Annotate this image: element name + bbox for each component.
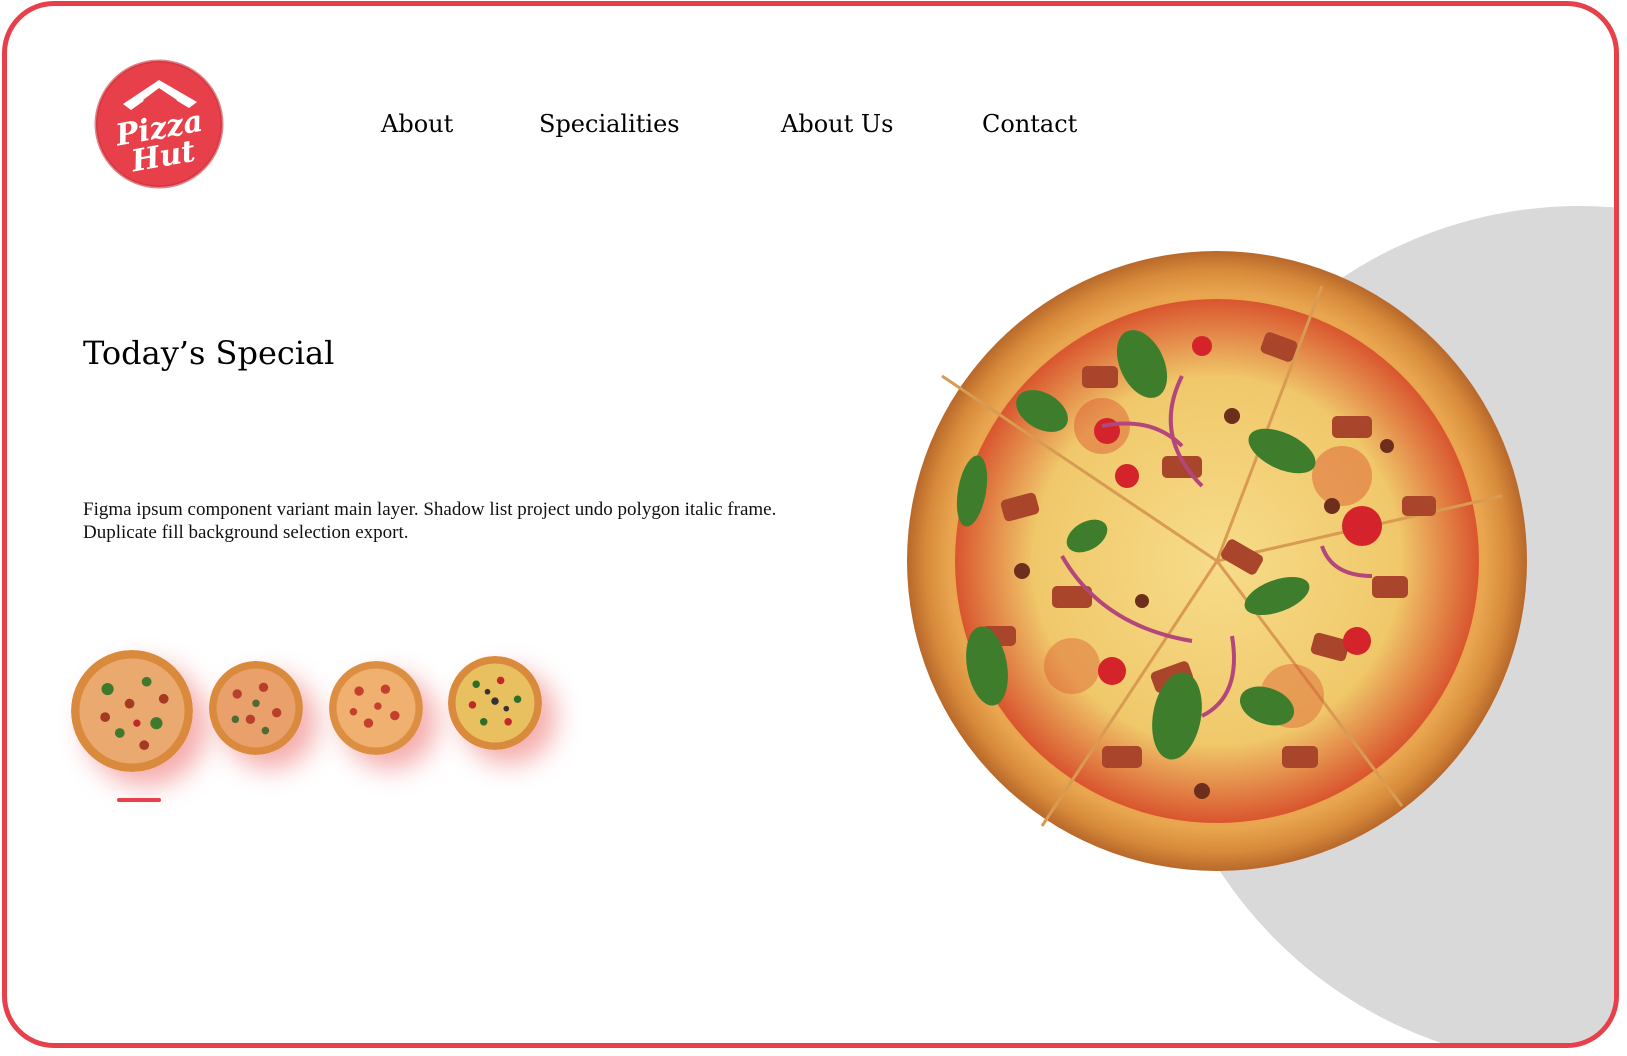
pizza-thumbnail-icon xyxy=(329,661,423,755)
pizza-thumbnail-icon xyxy=(448,656,542,750)
featured-pizza-image xyxy=(902,246,1532,876)
page-title: Today’s Special xyxy=(83,334,335,372)
nav-specialities[interactable]: Specialities xyxy=(539,110,680,138)
pizza-thumbnail-1[interactable] xyxy=(71,650,193,772)
pizza-image xyxy=(907,251,1527,871)
carousel-active-indicator xyxy=(117,798,161,802)
pizza-thumbnail-2[interactable] xyxy=(209,661,303,755)
pizza-thumbnail-4[interactable] xyxy=(448,656,542,750)
nav-contact[interactable]: Contact xyxy=(982,110,1077,138)
nav-about[interactable]: About xyxy=(381,110,453,138)
pizza-hut-logo[interactable]: Pizza Hut xyxy=(87,58,229,192)
pizza-thumbnail-3[interactable] xyxy=(329,661,423,755)
page-frame: Pizza Hut About Specialities About Us Co… xyxy=(2,1,1619,1048)
pizza-thumbnail-icon xyxy=(209,661,303,755)
pizza-thumbnail-icon xyxy=(71,650,193,772)
hero-description: Figma ipsum component variant main layer… xyxy=(83,499,777,543)
nav-about-us[interactable]: About Us xyxy=(781,110,893,138)
